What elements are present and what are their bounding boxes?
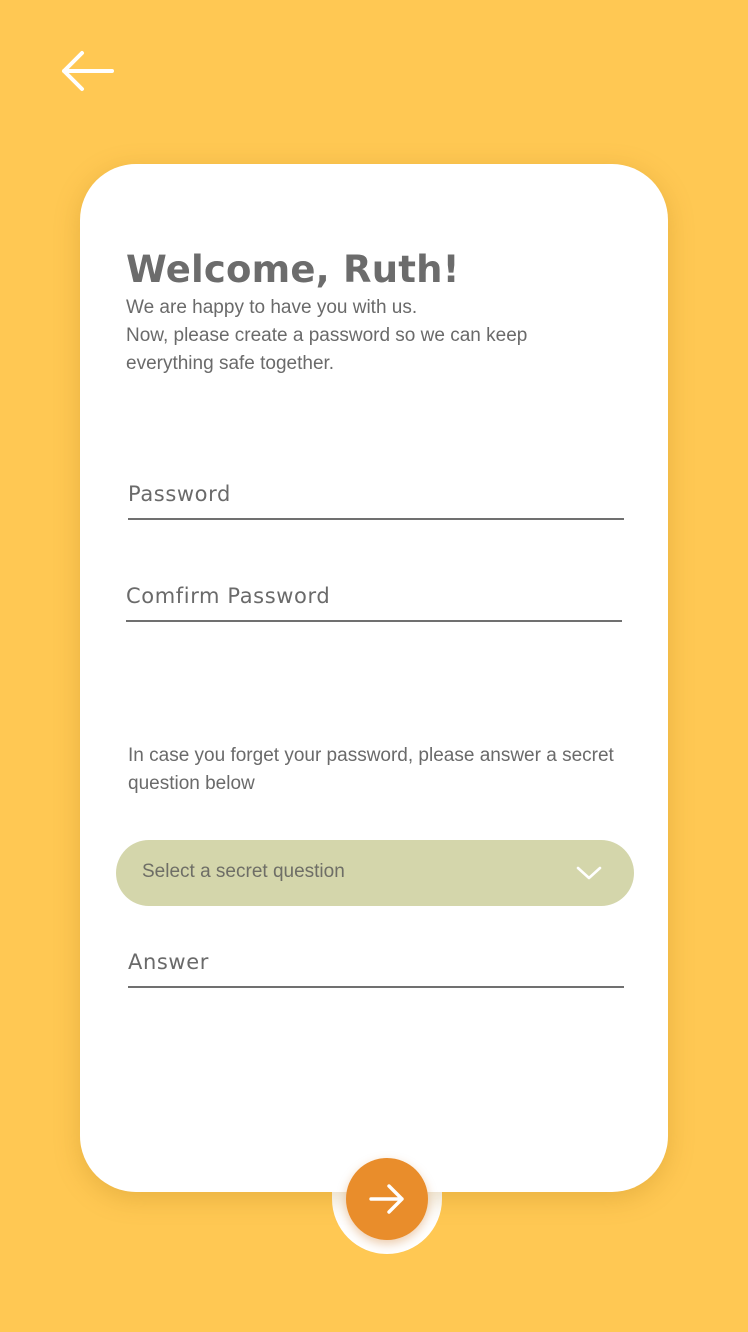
- confirm-password-field-container: [126, 576, 622, 622]
- back-button[interactable]: [56, 46, 118, 96]
- secret-question-hint: In case you forget your password, please…: [128, 745, 614, 794]
- next-button[interactable]: [346, 1158, 428, 1240]
- intro-line-1: We are happy to have you with us.: [126, 297, 418, 318]
- signup-card: Welcome, Ruth! We are happy to have you …: [80, 164, 668, 1192]
- answer-input[interactable]: [128, 942, 624, 982]
- secret-question-selected-text: Select a secret question: [142, 861, 345, 882]
- intro-line-2: Now, please create a password so we can …: [126, 325, 528, 374]
- answer-field-container: [128, 942, 624, 988]
- chevron-down-icon: [576, 866, 602, 880]
- intro-text: We are happy to have you with us. Now, p…: [126, 294, 596, 378]
- password-field-container: [128, 474, 624, 520]
- page-title: Welcome, Ruth!: [126, 248, 460, 291]
- confirm-password-input[interactable]: [126, 576, 622, 616]
- secret-question-select[interactable]: Select a secret question: [116, 840, 634, 906]
- password-input[interactable]: [128, 474, 624, 514]
- arrow-right-icon: [369, 1184, 404, 1214]
- arrow-left-icon: [62, 51, 114, 91]
